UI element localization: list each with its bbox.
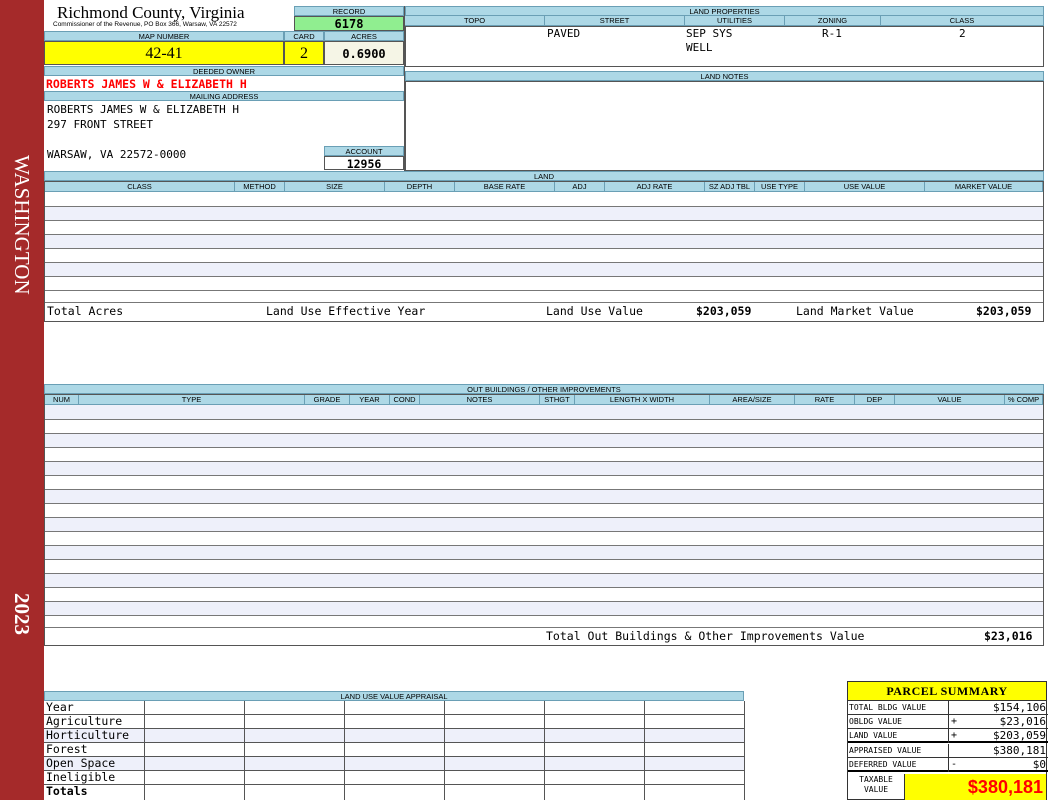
mailing-line-2: 297 FRONT STREET (47, 118, 153, 131)
land-use-value-label: Land Use Value (546, 304, 643, 318)
parcel-summary: PARCEL SUMMARY TOTAL BLDG VALUE $154,106… (847, 681, 1048, 800)
col-year: YEAR (350, 395, 390, 405)
record-label: RECORD (294, 6, 404, 16)
ps-row-deferred: DEFERRED VALUE - $0 (848, 758, 1048, 772)
col-area-size: AREA/SIZE (710, 395, 795, 405)
land-use-appraisal-label: LAND USE VALUE APPRAISAL (44, 691, 744, 701)
col-use-value: USE VALUE (805, 182, 925, 192)
col-utilities: UTILITIES (685, 16, 785, 26)
col-adj: ADJ (555, 182, 605, 192)
mailing-address-label: MAILING ADDRESS (44, 91, 404, 101)
col-type: TYPE (79, 395, 305, 405)
lu-row-forest: Forest (44, 743, 744, 757)
land-market-value-label: Land Market Value (796, 304, 914, 318)
zoning-value: R-1 (822, 27, 842, 40)
col-sz-adj-tbl: SZ ADJ TBL (705, 182, 755, 192)
total-acres-label: Total Acres (47, 304, 124, 318)
outbuildings-table: NUM TYPE GRADE YEAR COND NOTES STHGT LEN… (44, 394, 1044, 646)
page-title: Richmond County, Virginia (57, 3, 245, 22)
lu-row-year: Year (44, 701, 744, 715)
land-properties-header: TOPO STREET UTILITIES ZONING CLASS (405, 16, 1044, 26)
ps-row-land: LAND VALUE + $203,059 (848, 729, 1048, 743)
col-base-rate: BASE RATE (455, 182, 555, 192)
col-street: STREET (545, 16, 685, 26)
col-depth: DEPTH (385, 182, 455, 192)
ps-row-appraised: APPRAISED VALUE $380,181 (848, 744, 1048, 758)
mailing-line-1: ROBERTS JAMES W & ELIZABETH H (47, 103, 240, 116)
acres-label: ACRES (324, 31, 404, 41)
col-adj-rate: ADJ RATE (605, 182, 705, 192)
col-notes: NOTES (420, 395, 540, 405)
class-value: 2 (959, 27, 966, 40)
col-method: METHOD (235, 182, 285, 192)
card-label: CARD (284, 31, 324, 41)
page-subtitle: Commissioner of the Revenue, PO Box 366,… (53, 21, 237, 28)
land-section-label: LAND (44, 171, 1044, 181)
lu-row-agriculture: Agriculture (44, 715, 744, 729)
ps-row-total-bldg: TOTAL BLDG VALUE $154,106 (848, 701, 1048, 715)
land-use-effective-year-label: Land Use Effective Year (266, 304, 426, 318)
outbuildings-total-value: $23,016 (984, 629, 1033, 643)
lu-row-open-space: Open Space (44, 757, 744, 771)
deeded-owner-label: DEEDED OWNER (44, 66, 404, 76)
land-use-appraisal-table: Year Agriculture Horticulture Forest Ope… (44, 701, 745, 800)
land-table: CLASS METHOD SIZE DEPTH BASE RATE ADJ AD… (44, 181, 1044, 322)
col-value: VALUE (895, 395, 1005, 405)
outbuildings-total-label: Total Out Buildings & Other Improvements… (546, 629, 865, 643)
land-notes-label: LAND NOTES (405, 71, 1044, 81)
acres-value: 0.6900 (324, 41, 404, 65)
col-num: NUM (45, 395, 79, 405)
lu-row-ineligible: Ineligible (44, 771, 744, 785)
col-cond: COND (390, 395, 420, 405)
col-class: CLASS (881, 16, 1044, 26)
col-pct-comp: % COMP (1005, 395, 1043, 405)
street-value: PAVED (547, 27, 581, 40)
card-value: 2 (284, 41, 324, 65)
col-land-class: CLASS (45, 182, 235, 192)
col-zoning: ZONING (785, 16, 881, 26)
sidebar-county: WASHINGTON (10, 155, 34, 295)
lu-row-horticulture: Horticulture (44, 729, 744, 743)
record-value: 6178 (294, 16, 404, 31)
col-dep: DEP (855, 395, 895, 405)
mailing-line-3: WARSAW, VA 22572-0000 (47, 148, 187, 161)
utilities-value-2: WELL (686, 41, 713, 54)
outbuildings-label: OUT BUILDINGS / OTHER IMPROVEMENTS (44, 384, 1044, 394)
sidebar: WASHINGTON 2023 (0, 0, 44, 800)
map-number-label: MAP NUMBER (44, 31, 284, 41)
lu-row-totals: Totals (46, 784, 88, 798)
parcel-summary-title: PARCEL SUMMARY (848, 682, 1046, 701)
col-topo: TOPO (405, 16, 545, 26)
land-notes-body (405, 81, 1044, 171)
taxable-value: $380,181 (904, 774, 1046, 800)
col-grade: GRADE (305, 395, 350, 405)
map-number-value: 42-41 (44, 41, 284, 65)
ps-row-obldg: OBLDG VALUE + $23,016 (848, 715, 1048, 729)
land-market-value: $203,059 (976, 304, 1032, 318)
col-rate: RATE (795, 395, 855, 405)
account-value: 12956 (324, 156, 404, 171)
deeded-owner-value: ROBERTS JAMES W & ELIZABETH H (46, 77, 247, 91)
account-label: ACCOUNT (324, 146, 404, 156)
col-sthgt: STHGT (540, 395, 575, 405)
taxable-value-label: TAXABLE VALUE (859, 775, 893, 794)
col-length-width: LENGTH X WIDTH (575, 395, 710, 405)
utilities-value-1: SEP SYS (686, 27, 733, 40)
sidebar-year: 2023 (10, 593, 34, 635)
land-use-value: $203,059 (696, 304, 752, 318)
col-use-type: USE TYPE (755, 182, 805, 192)
col-market-value: MARKET VALUE (925, 182, 1043, 192)
col-size: SIZE (285, 182, 385, 192)
land-properties-label: LAND PROPERTIES (405, 6, 1044, 16)
